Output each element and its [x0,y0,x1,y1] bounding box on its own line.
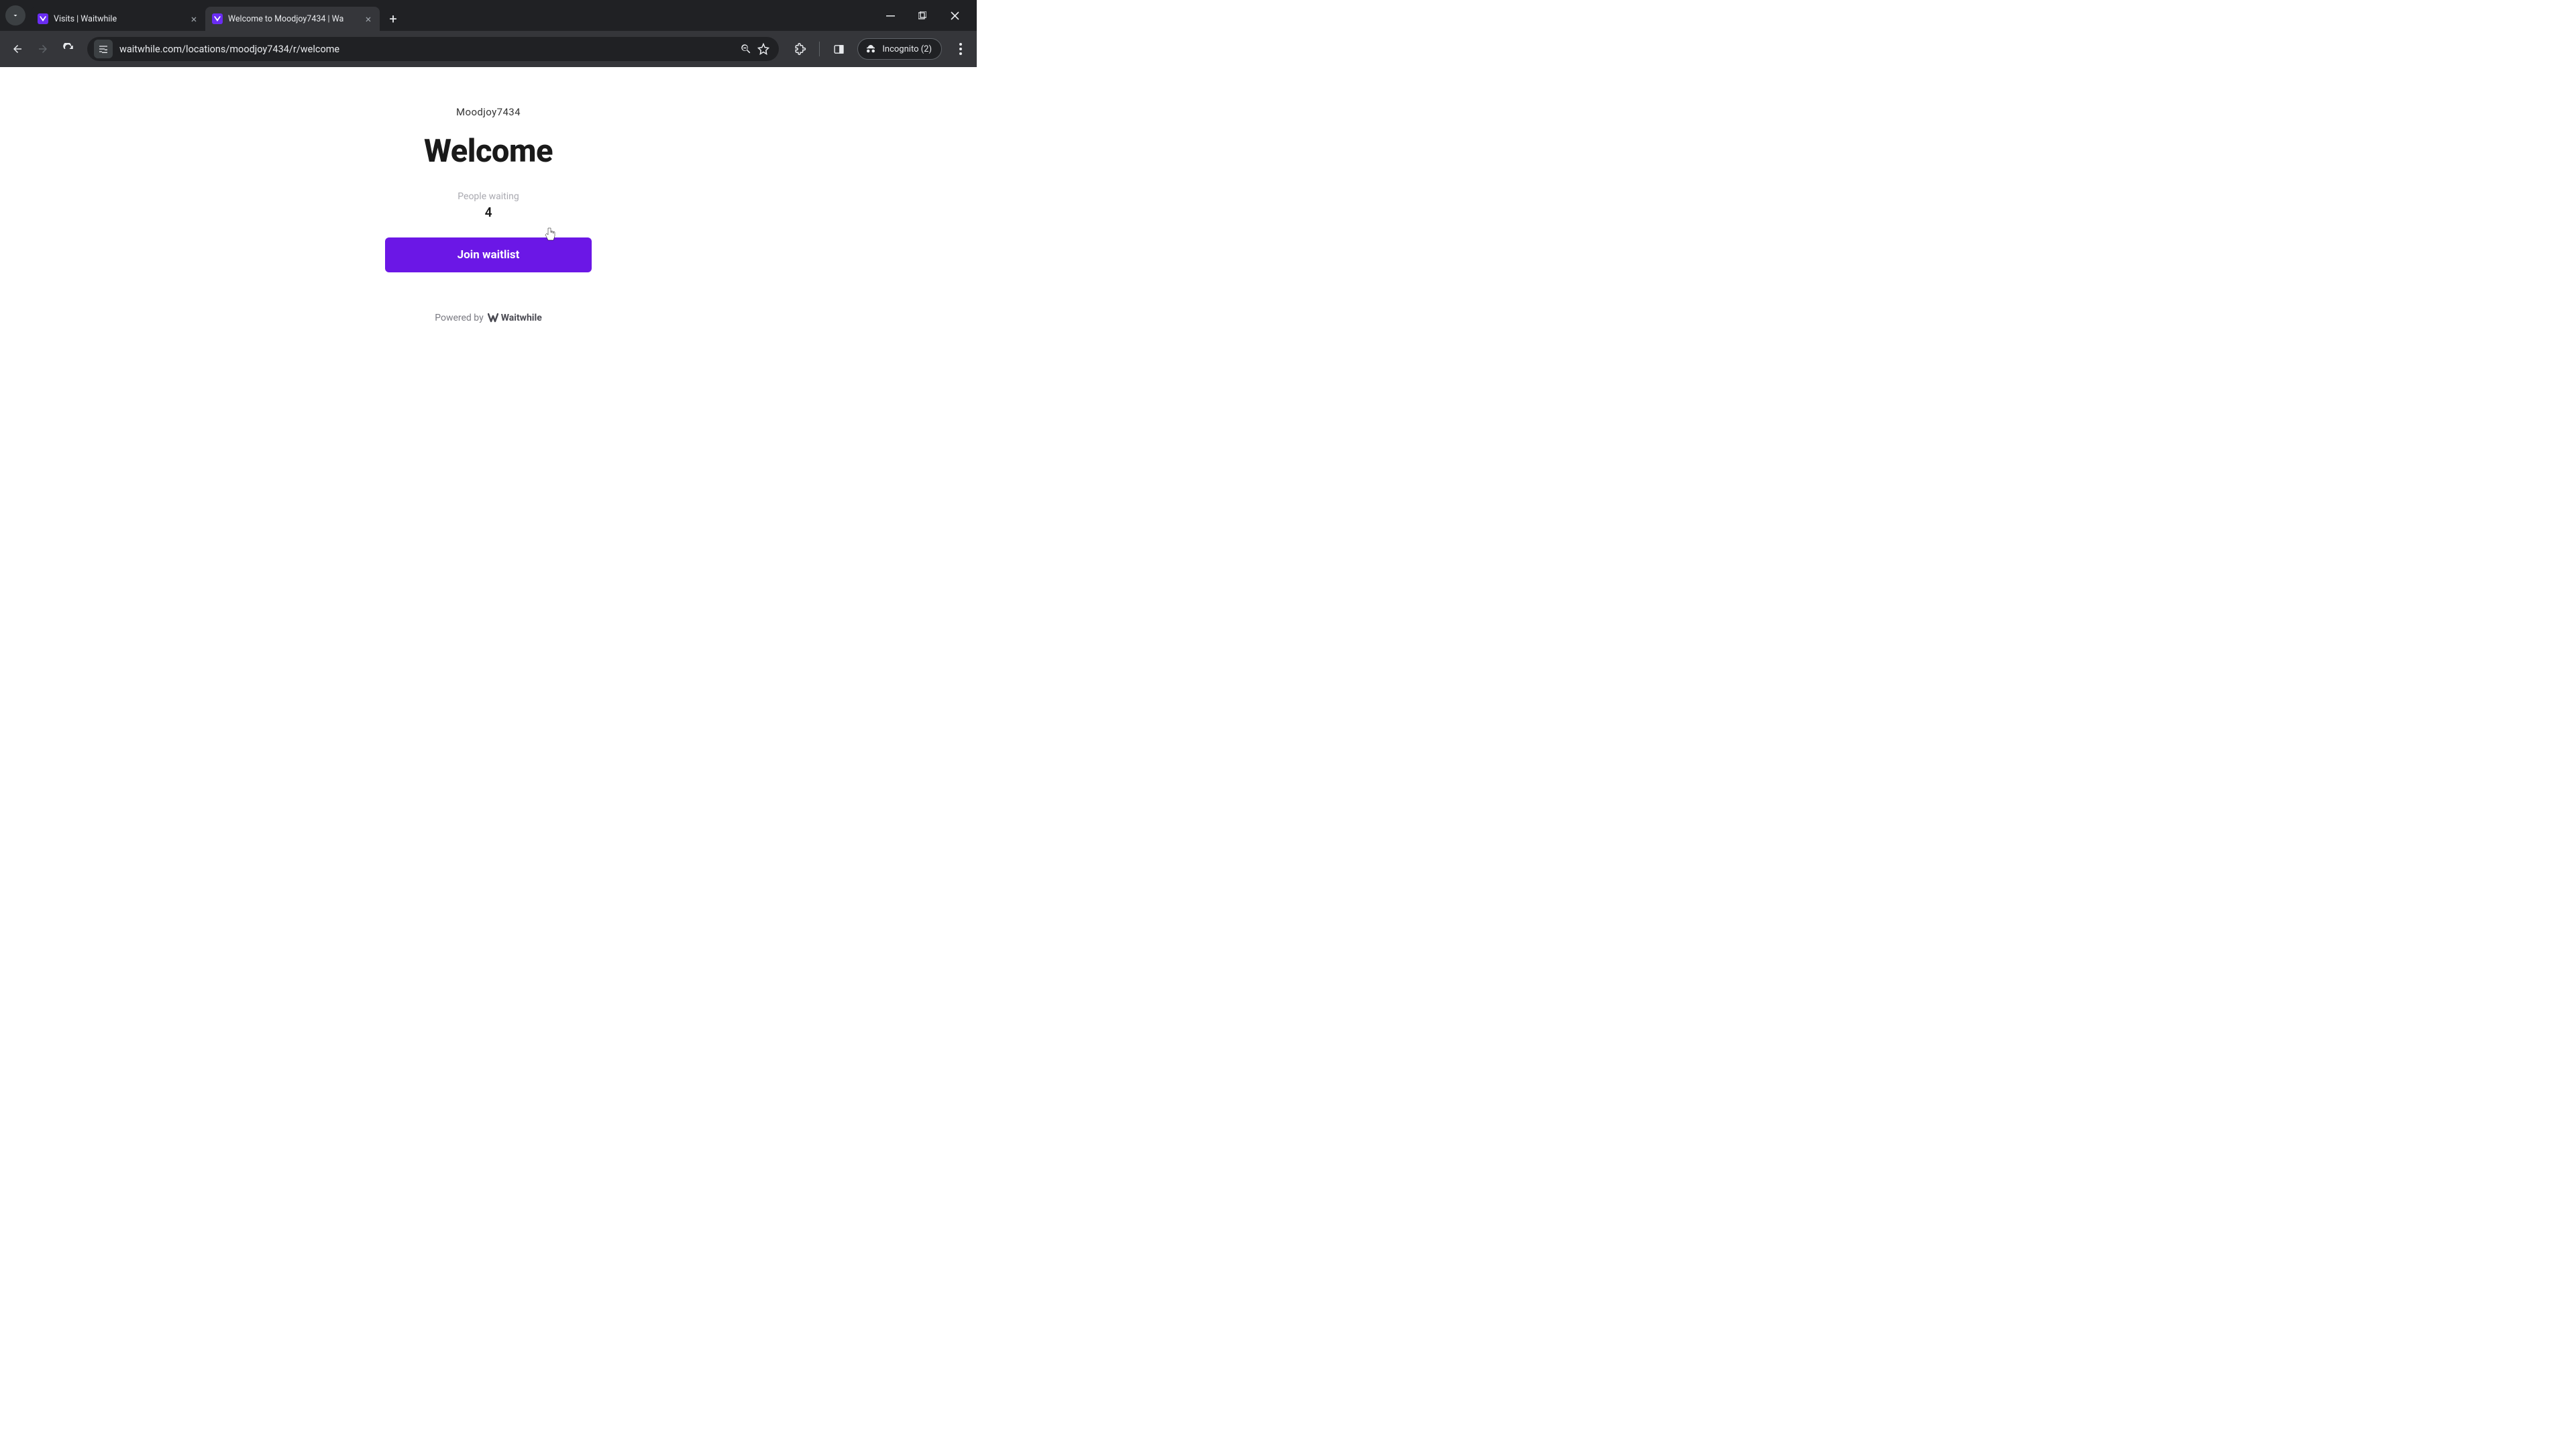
star-icon [757,43,769,55]
pointer-cursor-icon [543,227,557,248]
zoom-icon [740,43,752,55]
brand-name: Waitwhile [501,313,542,323]
reload-button[interactable] [58,38,79,60]
toolbar-divider [819,42,820,56]
minimize-icon [886,11,895,20]
arrow-left-icon [11,43,23,55]
location-name: Moodjoy7434 [456,106,521,118]
side-panel-button[interactable] [829,40,848,58]
more-vertical-icon [959,43,962,55]
address-bar[interactable]: waitwhile.com/locations/moodjoy7434/r/we… [87,37,779,61]
back-button[interactable] [7,38,28,60]
arrow-right-icon [37,43,49,55]
powered-by-prefix: Powered by [435,313,484,323]
waiting-label: People waiting [458,191,519,202]
tab-title: Welcome to Moodjoy7434 | Wa [228,14,358,24]
reload-icon [62,43,74,55]
incognito-label: Incognito (2) [882,44,932,54]
incognito-indicator[interactable]: Incognito (2) [857,38,942,60]
close-icon [951,11,959,20]
search-tabs-button[interactable] [5,5,25,25]
page-title: Welcome [424,133,553,170]
browser-menu-button[interactable] [951,40,970,58]
window-controls [880,5,977,25]
zoom-button[interactable] [737,40,755,58]
powered-by-brand: Waitwhile [488,313,542,323]
chevron-down-icon [11,11,19,19]
tab-welcome[interactable]: Welcome to Moodjoy7434 | Wa × [205,7,380,31]
page-content: Moodjoy7434 Welcome People waiting 4 Joi… [0,67,977,547]
maximize-window-button[interactable] [912,5,932,25]
incognito-icon [865,43,877,55]
site-info-button[interactable] [94,40,113,58]
maximize-icon [918,11,926,19]
close-window-button[interactable] [945,5,965,25]
waiting-count: 4 [485,205,492,220]
tab-bar: Visits | Waitwhile × Welcome to Moodjoy7… [0,0,977,31]
tab-title: Visits | Waitwhile [54,14,184,24]
tab-visits[interactable]: Visits | Waitwhile × [31,7,205,31]
browser-toolbar: waitwhile.com/locations/moodjoy7434/r/we… [0,31,977,67]
powered-by[interactable]: Powered by Waitwhile [435,313,542,323]
close-tab-button[interactable]: × [188,13,200,25]
extensions-icon [794,43,806,55]
side-panel-icon [833,44,845,55]
browser-chrome: Visits | Waitwhile × Welcome to Moodjoy7… [0,0,977,67]
bookmark-button[interactable] [755,40,772,58]
waitwhile-favicon-icon [212,13,223,24]
url-text: waitwhile.com/locations/moodjoy7434/r/we… [119,44,737,55]
tune-icon [98,44,109,54]
forward-button[interactable] [32,38,54,60]
join-waitlist-button[interactable]: Join waitlist [385,237,592,272]
waitwhile-favicon-icon [38,13,48,24]
new-tab-button[interactable]: + [384,9,402,28]
waitwhile-logo-icon [488,313,498,323]
close-tab-button[interactable]: × [362,13,374,25]
join-waitlist-label: Join waitlist [458,248,520,262]
toolbar-right: Incognito (2) [791,38,970,60]
minimize-window-button[interactable] [880,5,900,25]
extensions-button[interactable] [791,40,810,58]
